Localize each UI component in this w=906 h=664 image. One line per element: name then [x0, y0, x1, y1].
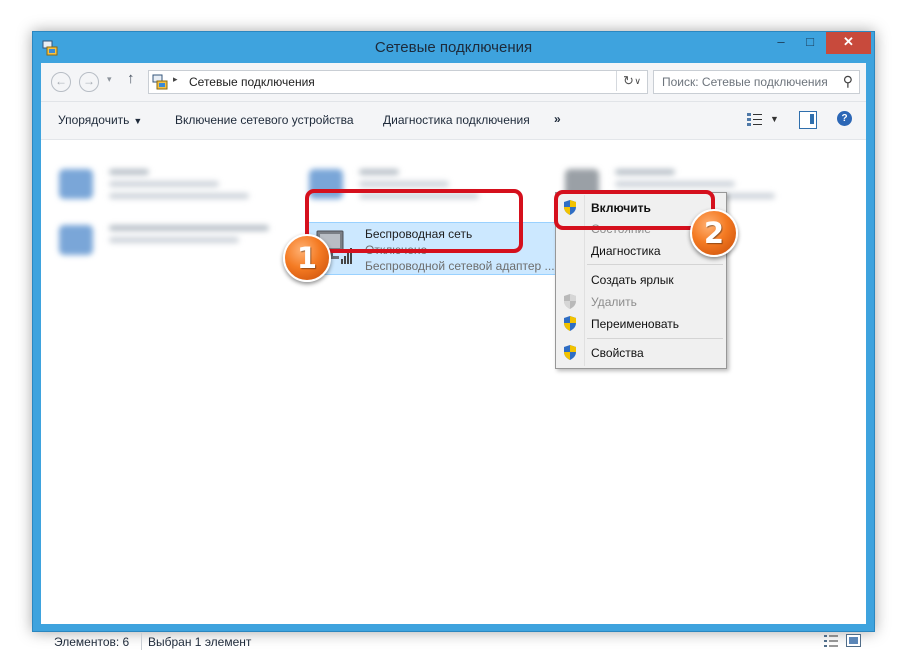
blurred-connection-icon [59, 225, 93, 255]
status-bar: Элементов: 6 Выбран 1 элемент [41, 630, 866, 653]
menu-item-rename[interactable]: Переименовать [556, 313, 726, 334]
minimize-button[interactable]: – [767, 32, 795, 54]
help-icon[interactable]: ? [837, 111, 852, 126]
menu-separator [587, 338, 723, 339]
step-badge-1: 1 [283, 234, 331, 282]
location-network-icon [152, 74, 168, 90]
organize-button[interactable]: Упорядочить ▼ [58, 113, 142, 127]
large-icons-view-icon[interactable] [846, 634, 861, 647]
blurred-connection-label [109, 169, 259, 199]
enable-device-button[interactable]: Включение сетевого устройства [175, 113, 354, 127]
window-client: ← → ▾ ↑ ▸ Сетевые подключения ∨ ↻ Поиск:… [41, 63, 866, 650]
status-divider [141, 633, 142, 650]
address-bar[interactable]: ▸ Сетевые подключения ∨ [148, 70, 648, 94]
selection-count: Выбран 1 элемент [148, 635, 252, 649]
menu-item-label: Свойства [591, 346, 644, 360]
connection-adapter: Беспроводной сетевой адаптер ... [365, 259, 555, 273]
up-arrow-icon[interactable]: ↑ [127, 70, 135, 87]
view-options-chevron-icon[interactable]: ▼ [770, 114, 779, 124]
menu-item-create-shortcut[interactable]: Создать ярлык [556, 269, 726, 290]
highlight-frame-step1 [305, 189, 523, 253]
search-placeholder: Поиск: Сетевые подключения [662, 75, 828, 89]
command-bar: Упорядочить ▼ Включение сетевого устройст… [41, 102, 866, 140]
breadcrumb-current[interactable]: Сетевые подключения [189, 75, 315, 89]
title-bar[interactable]: Сетевые подключения – □ ✕ [33, 32, 874, 64]
change-view-icon[interactable] [746, 111, 764, 127]
recent-locations-icon[interactable]: ▾ [107, 74, 112, 85]
blurred-connection-label [109, 225, 289, 243]
organize-label: Упорядочить [58, 113, 130, 127]
search-input[interactable]: Поиск: Сетевые подключения ⚲ [653, 70, 860, 94]
more-commands-button[interactable]: » [554, 112, 561, 126]
menu-item-label: Создать ярлык [591, 273, 674, 287]
preview-pane-icon[interactable] [799, 111, 817, 129]
blurred-connection-icon [59, 169, 93, 199]
menu-item-delete[interactable]: Удалить [556, 291, 726, 312]
uac-shield-icon [564, 316, 576, 331]
explorer-window: Сетевые подключения – □ ✕ ← → ▾ ↑ ▸ Сете… [32, 31, 875, 650]
chevron-down-icon: ▼ [133, 116, 143, 126]
refresh-icon[interactable]: ↻ [616, 71, 640, 91]
window-title: Сетевые подключения [374, 39, 533, 56]
menu-item-label: Удалить [591, 295, 637, 309]
back-arrow-icon[interactable]: ← [51, 72, 71, 92]
menu-item-label: Диагностика [591, 244, 661, 258]
menu-item-properties[interactable]: Свойства [556, 342, 726, 363]
diagnose-connection-button[interactable]: Диагностика подключения [383, 113, 530, 127]
forward-arrow-icon[interactable]: → [79, 72, 99, 92]
uac-shield-icon [564, 345, 576, 360]
close-button[interactable]: ✕ [826, 32, 871, 54]
navigation-bar: ← → ▾ ↑ ▸ Сетевые подключения ∨ ↻ Поиск:… [41, 63, 866, 102]
step-badge-2: 2 [690, 209, 738, 257]
item-count: Элементов: 6 [54, 635, 130, 649]
menu-separator [587, 264, 723, 265]
menu-item-label: Переименовать [591, 317, 679, 331]
maximize-button[interactable]: □ [796, 32, 824, 54]
search-icon[interactable]: ⚲ [843, 73, 853, 90]
breadcrumb-separator-icon[interactable]: ▸ [173, 74, 178, 85]
details-view-icon[interactable] [823, 634, 839, 648]
uac-shield-icon [564, 294, 576, 309]
